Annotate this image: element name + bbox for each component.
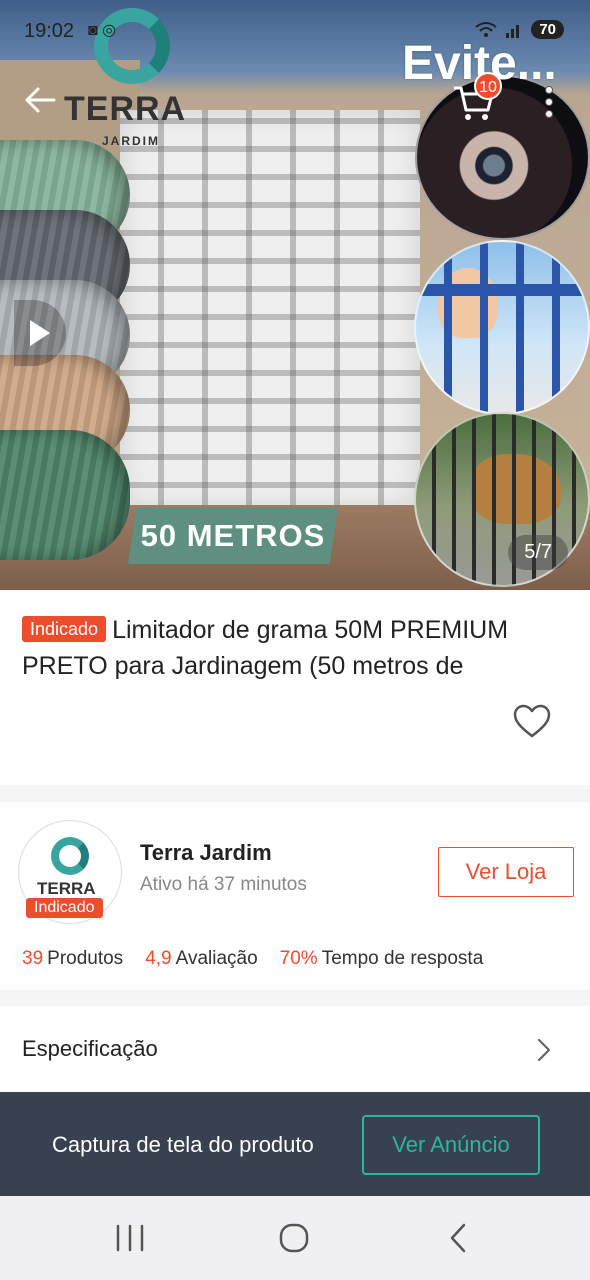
capture-text: Captura de tela do produto [52,1132,314,1157]
screenshot-capture-bar: Captura de tela do produto Ver Anúncio [0,1092,590,1196]
stat-value: 70% [279,948,318,969]
wifi-icon [475,21,497,37]
store-name[interactable]: Terra Jardim [140,840,272,866]
store-stats: 39 Produtos 4,9 Avaliação 70% Tempo de resp… [22,948,483,970]
more-vert-icon [545,86,553,118]
stat-response: 70% Tempo de resposta [280,948,484,970]
specification-row[interactable]: Especificação [0,1006,590,1092]
specification-label: Especificação [22,1036,158,1061]
cart-count-badge: 10 [474,72,502,100]
status-time: 19:02 [24,20,75,42]
favorite-button[interactable] [512,702,552,742]
eye-photo [415,75,590,240]
signal-icon [506,24,520,38]
product-title-card: Indicado Limitador de grama 50M PREMIUM P… [0,590,590,785]
brand-logo: TERRA JARDIM [64,8,204,153]
railing-bars [416,242,588,413]
home-button[interactable] [274,1220,314,1256]
stat-products: 39 Produtos [22,948,123,970]
image-page-indicator: 5/7 [508,535,568,570]
avatar-wordmark: TERRA [37,879,96,898]
avatar-logo-swirl [51,837,89,875]
cobogo-wall [120,110,420,510]
heart-icon [513,704,551,738]
stat-value: 4,9 [145,948,172,969]
recommended-tag: Indicado [22,616,107,642]
system-navigation-bar [0,1196,590,1280]
edging-roll [0,430,130,560]
back-button[interactable] [20,80,60,120]
product-image-gallery[interactable]: 50 METROS TERRA JARDIM Evite... 19:02 ◙ … [0,0,590,590]
stat-label: Avaliação [175,948,258,969]
logo-subtitle: JARDIM [102,134,161,148]
chevron-right-icon [537,1038,551,1062]
view-listing-button[interactable]: Ver Anúncio [362,1115,540,1175]
status-notification-icons: ◙ ◎ [88,22,117,39]
stat-value: 39 [22,948,44,969]
recent-apps-button[interactable] [110,1220,150,1256]
store-recommended-tag: Indicado [26,898,103,918]
system-back-button[interactable] [440,1220,480,1256]
nav-recent-icon [116,1224,144,1252]
stat-label: Produtos [47,948,124,969]
play-video-button[interactable] [14,300,66,366]
railing-top [416,284,588,296]
nav-home-icon [279,1223,309,1253]
visit-store-button[interactable]: Ver Loja [438,847,574,897]
store-card: TERRA Indicado Terra Jardim Ativo há 37 … [0,802,590,990]
more-options-button[interactable] [540,82,558,122]
nav-back-icon [450,1223,466,1253]
stat-label: Tempo de resposta [321,948,484,969]
back-arrow-icon [25,87,56,113]
screen: 50 METROS TERRA JARDIM Evite... 19:02 ◙ … [0,0,590,1280]
logo-wordmark: TERRA [64,90,187,128]
length-banner: 50 METROS [128,508,338,564]
play-icon [30,320,50,346]
stat-rating: 4,9 Avaliação [145,948,257,970]
child-photo [414,240,590,415]
status-right: 70 [475,20,564,39]
store-active-status: Ativo há 37 minutos [140,874,307,895]
product-title: Indicado Limitador de grama 50M PREMIUM P… [22,612,568,684]
battery-indicator: 70 [531,20,564,39]
